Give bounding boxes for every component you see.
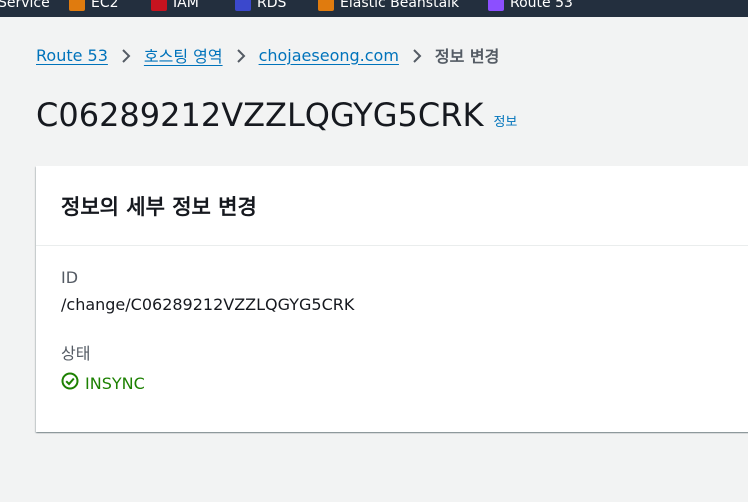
- check-circle-icon: [61, 372, 79, 394]
- chevron-right-icon: [405, 46, 429, 65]
- page-header: C06289212VZZLQGYG5CRK 정보: [36, 96, 517, 134]
- favorite-iam[interactable]: IAM: [151, 0, 199, 13]
- favorite-route53[interactable]: Route 53: [488, 0, 573, 13]
- panel-body: ID /change/C06289212VZZLQGYG5CRK 상태 INSY…: [36, 246, 748, 416]
- panel-header: 정보의 세부 정보 변경: [36, 166, 748, 246]
- info-link[interactable]: 정보: [493, 111, 517, 130]
- ec2-icon: [69, 0, 85, 11]
- status-label: 상태: [61, 344, 91, 363]
- service-menu[interactable]: Service: [0, 0, 50, 13]
- status-value: INSYNC: [85, 373, 145, 393]
- service-menu-label: Service: [0, 0, 50, 11]
- favorite-rds-label: RDS: [257, 0, 287, 11]
- chevron-right-icon: [114, 46, 138, 65]
- favorite-ec2-label: EC2: [91, 0, 119, 11]
- panel-title: 정보의 세부 정보 변경: [61, 194, 257, 219]
- breadcrumb: Route 53 호스팅 영역 chojaeseong.com 정보 변경: [36, 43, 499, 67]
- iam-icon: [151, 0, 167, 11]
- favorite-elastic-beanstalk[interactable]: Elastic Beanstalk: [318, 0, 459, 13]
- top-navigation-bar: Service EC2 IAM RDS Elastic Beanstalk Ro…: [0, 0, 748, 17]
- route53-icon: [488, 0, 504, 11]
- status-indicator: INSYNC: [61, 372, 731, 394]
- favorite-iam-label: IAM: [173, 0, 199, 11]
- id-label: ID: [61, 268, 79, 287]
- id-value: /change/C06289212VZZLQGYG5CRK: [61, 295, 355, 314]
- favorite-rds[interactable]: RDS: [235, 0, 286, 13]
- rds-icon: [235, 0, 251, 11]
- page-title: C06289212VZZLQGYG5CRK: [36, 96, 484, 134]
- favorite-route53-label: Route 53: [510, 0, 573, 11]
- breadcrumb-domain[interactable]: chojaeseong.com: [259, 46, 399, 65]
- favorite-ec2[interactable]: EC2: [69, 0, 119, 13]
- breadcrumb-hosted-zones[interactable]: 호스팅 영역: [144, 43, 223, 67]
- breadcrumb-current: 정보 변경: [434, 47, 500, 66]
- breadcrumb-route53[interactable]: Route 53: [36, 46, 108, 65]
- favorite-elastic-beanstalk-label: Elastic Beanstalk: [340, 0, 460, 11]
- chevron-right-icon: [229, 46, 253, 65]
- elastic-beanstalk-icon: [318, 0, 334, 11]
- change-details-panel: 정보의 세부 정보 변경 ID /change/C06289212VZZLQGY…: [36, 166, 748, 432]
